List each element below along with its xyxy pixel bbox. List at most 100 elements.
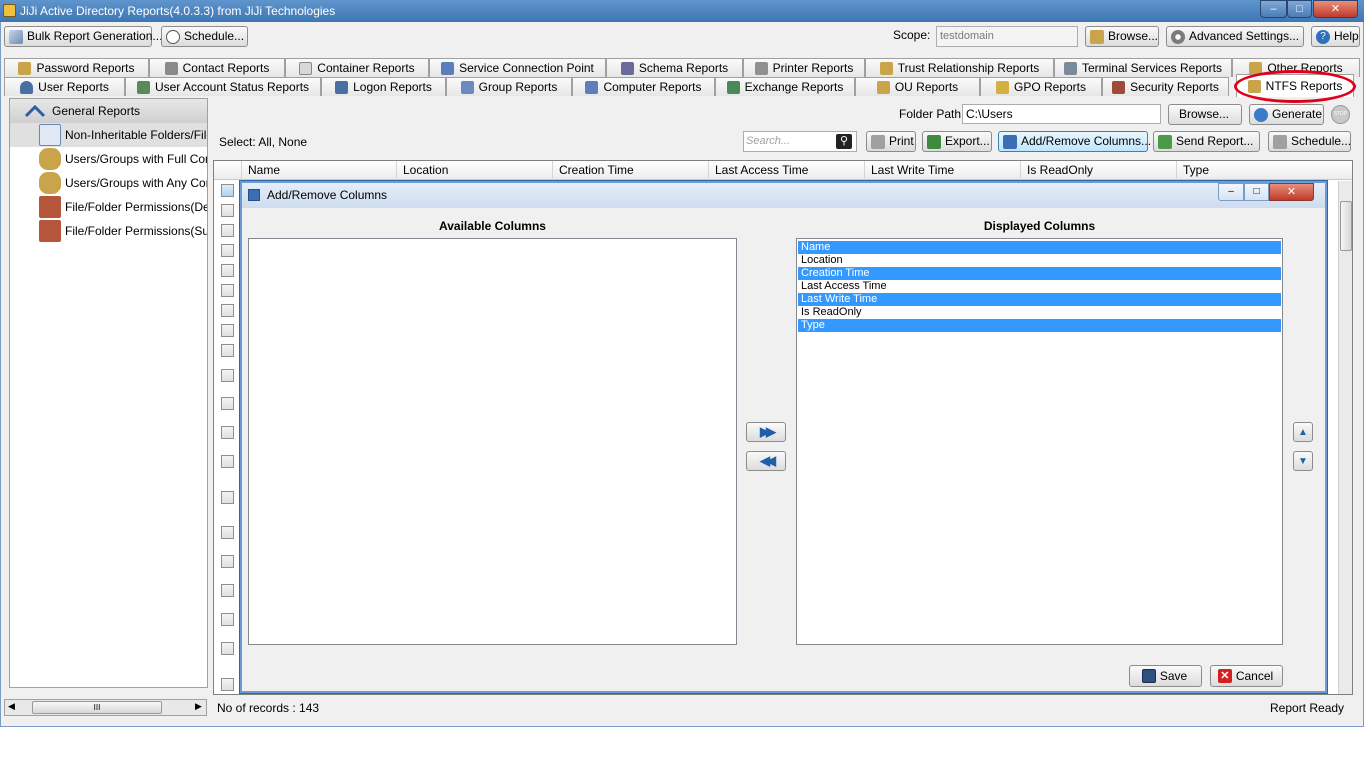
list-item[interactable]: Last Write Time <box>798 293 1281 306</box>
list-item[interactable]: Location <box>798 254 1281 267</box>
grid-header: Name Location Creation Time Last Access … <box>214 161 1352 180</box>
scope-browse-button[interactable]: Browse... <box>1085 26 1159 47</box>
row-checkbox[interactable] <box>221 642 234 655</box>
row-checkbox[interactable] <box>221 284 234 297</box>
minimize-button[interactable]: – <box>1260 0 1287 18</box>
tab-contact-reports[interactable]: Contact Reports <box>149 58 285 77</box>
row-checkbox[interactable] <box>221 264 234 277</box>
row-checkbox[interactable] <box>221 555 234 568</box>
sidebar-item-permissions-summary[interactable]: File/Folder Permissions(Summary) <box>10 219 207 243</box>
list-item[interactable]: Creation Time <box>798 267 1281 280</box>
advanced-settings-button[interactable]: Advanced Settings... <box>1166 26 1304 47</box>
row-checkbox[interactable] <box>221 584 234 597</box>
column-header[interactable]: Is ReadOnly <box>1021 161 1177 180</box>
add-column-button[interactable]: ▶▶ <box>746 422 786 442</box>
tab-computer-reports[interactable]: Computer Reports <box>572 77 715 96</box>
scroll-right-icon[interactable]: ▶ <box>195 701 202 712</box>
cancel-button[interactable]: ✕ Cancel <box>1210 665 1283 687</box>
grid-scroll-thumb[interactable] <box>1340 201 1352 251</box>
tab-ou-reports[interactable]: OU Reports <box>855 77 980 96</box>
dialog-close-button[interactable]: ✕ <box>1269 183 1314 201</box>
row-checkbox[interactable] <box>221 204 234 217</box>
maximize-button[interactable]: □ <box>1287 0 1312 18</box>
list-item[interactable]: Is ReadOnly <box>798 306 1281 319</box>
send-report-button[interactable]: Send Report... <box>1153 131 1260 152</box>
tab-logon-reports[interactable]: Logon Reports <box>321 77 446 96</box>
remove-column-button[interactable]: ◀◀ <box>746 451 786 471</box>
sidebar-item-full-control[interactable]: Users/Groups with Full Control <box>10 147 207 171</box>
dialog-minimize-button[interactable]: – <box>1218 183 1244 201</box>
dialog-maximize-button[interactable]: □ <box>1244 183 1269 201</box>
row-checkbox[interactable] <box>221 613 234 626</box>
move-down-button[interactable]: ▼ <box>1293 451 1313 471</box>
save-button[interactable]: Save <box>1129 665 1202 687</box>
tab-container-reports[interactable]: Container Reports <box>285 58 429 77</box>
row-checkbox[interactable] <box>221 244 234 257</box>
tab-exchange-reports[interactable]: Exchange Reports <box>715 77 855 96</box>
row-checkbox[interactable] <box>221 455 234 468</box>
tab-gpo-reports[interactable]: GPO Reports <box>980 77 1102 96</box>
grid-vscrollbar[interactable] <box>1338 181 1352 694</box>
schedule-button[interactable]: Schedule... <box>161 26 248 47</box>
list-item[interactable]: Last Access Time <box>798 280 1281 293</box>
print-label: Print <box>889 134 914 148</box>
tab-printer-reports[interactable]: Printer Reports <box>743 58 865 77</box>
generate-button[interactable]: Generate <box>1249 104 1324 125</box>
list-item[interactable]: Name <box>798 241 1281 254</box>
row-checkbox[interactable] <box>221 224 234 237</box>
sidebar-hscrollbar[interactable]: ◀ III ▶ <box>4 699 207 716</box>
tab-trust-relationship-reports[interactable]: Trust Relationship Reports <box>865 58 1054 77</box>
column-header[interactable]: Last Access Time <box>709 161 865 180</box>
row-checkbox[interactable] <box>221 678 234 691</box>
tab-security-reports[interactable]: Security Reports <box>1102 77 1229 96</box>
available-columns-list[interactable] <box>248 238 737 645</box>
add-remove-columns-button[interactable]: Add/Remove Columns... <box>998 131 1151 152</box>
tab-user-reports[interactable]: User Reports <box>4 77 125 96</box>
scroll-left-icon[interactable]: ◀ <box>8 701 15 712</box>
help-button[interactable]: ? Help <box>1311 26 1360 47</box>
row-checkbox[interactable] <box>221 184 234 197</box>
tab-service-connection-point[interactable]: Service Connection Point <box>429 58 606 77</box>
sidebar-header[interactable]: General Reports <box>10 99 207 123</box>
list-item[interactable]: Type <box>798 319 1281 332</box>
content-schedule-button[interactable]: Schedule... <box>1268 131 1351 152</box>
move-up-button[interactable]: ▲ <box>1293 422 1313 442</box>
row-checkbox[interactable] <box>221 324 234 337</box>
advanced-settings-label: Advanced Settings... <box>1189 29 1300 43</box>
folder-path-input[interactable]: C:\Users <box>962 104 1161 124</box>
row-checkbox[interactable] <box>221 491 234 504</box>
sidebar-item-permissions-detailed[interactable]: File/Folder Permissions(Detailed) <box>10 195 207 219</box>
sidebar-item-label: Users/Groups with Full Control <box>65 152 207 166</box>
print-button[interactable]: Print <box>866 131 916 152</box>
bulk-report-button[interactable]: Bulk Report Generation... <box>4 26 162 47</box>
row-checkbox[interactable] <box>221 526 234 539</box>
close-button[interactable]: ✕ <box>1313 0 1358 18</box>
search-input[interactable]: Search... <box>746 135 790 147</box>
tab-schema-reports[interactable]: Schema Reports <box>606 58 743 77</box>
select-all-none[interactable]: Select: All, None <box>219 135 307 149</box>
column-header[interactable]: Location <box>397 161 553 180</box>
stop-button[interactable]: STOP <box>1331 105 1350 124</box>
row-checkbox[interactable] <box>221 344 234 357</box>
column-header[interactable]: Type <box>1177 161 1337 180</box>
export-button[interactable]: Export... <box>922 131 992 152</box>
tab-label: User Account Status Reports <box>154 80 310 94</box>
tab-group-reports[interactable]: Group Reports <box>446 77 572 96</box>
tab-terminal-services-reports[interactable]: Terminal Services Reports <box>1054 58 1232 77</box>
sidebar-item-non-inheritable[interactable]: Non-Inheritable Folders/Files <box>10 123 207 147</box>
scope-input[interactable]: testdomain <box>936 26 1078 47</box>
scroll-thumb[interactable]: III <box>32 701 162 714</box>
row-checkbox[interactable] <box>221 369 234 382</box>
row-checkbox[interactable] <box>221 304 234 317</box>
displayed-columns-list[interactable]: Name Location Creation Time Last Access … <box>796 238 1283 645</box>
row-checkbox[interactable] <box>221 426 234 439</box>
column-header[interactable]: Last Write Time <box>865 161 1021 180</box>
sidebar-item-any-control[interactable]: Users/Groups with Any Control <box>10 171 207 195</box>
row-checkbox[interactable] <box>221 397 234 410</box>
folder-browse-button[interactable]: Browse... <box>1168 104 1242 125</box>
column-header[interactable]: Name <box>242 161 397 180</box>
column-header[interactable]: Creation Time <box>553 161 709 180</box>
tab-user-account-status-reports[interactable]: User Account Status Reports <box>125 77 321 96</box>
search-icon[interactable]: ⚲ <box>836 134 852 149</box>
tab-password-reports[interactable]: Password Reports <box>4 58 149 77</box>
